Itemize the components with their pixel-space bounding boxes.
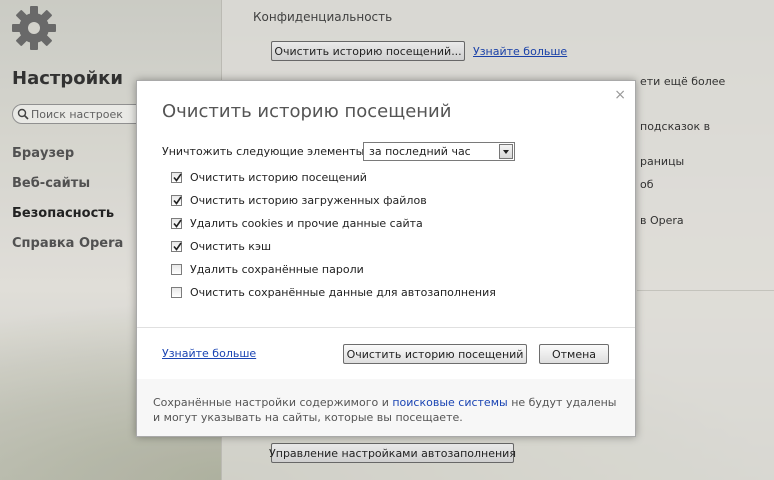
option-label: Очистить историю посещений [190,170,367,184]
option-label: Удалить cookies и прочие данные сайта [190,216,423,230]
option-label: Удалить сохранённые пароли [190,262,364,276]
destroy-items-label: Уничтожить следующие элементы: [162,145,369,158]
time-period-select[interactable]: за последний час [363,142,515,161]
checkbox-unchecked[interactable] [171,263,182,275]
option-clear-downloads[interactable]: Очистить историю загруженных файлов [171,192,427,208]
checkbox-checked[interactable] [171,217,182,229]
search-engines-link[interactable]: поисковые системы [392,396,507,409]
footer-note: Сохранённые настройки содержимого и поис… [153,395,623,425]
option-label: Очистить сохранённые данные для автозапо… [190,285,496,299]
dialog-divider [137,327,635,328]
checkbox-checked[interactable] [171,240,182,252]
checkbox-unchecked[interactable] [171,286,182,298]
confirm-clear-button[interactable]: Очистить историю посещений [343,344,527,364]
checkbox-checked[interactable] [171,194,182,206]
option-delete-cookies[interactable]: Удалить cookies и прочие данные сайта [171,215,423,231]
clear-history-dialog: Очистить историю посещений × Уничтожить … [136,80,636,437]
time-period-value: за последний час [369,145,471,158]
checkbox-checked[interactable] [171,171,182,183]
option-clear-cache[interactable]: Очистить кэш [171,238,271,254]
chevron-down-icon[interactable] [499,144,513,159]
dialog-learn-more-link[interactable]: Узнайте больше [162,347,256,360]
option-label: Очистить кэш [190,239,272,253]
dialog-footer: Сохранённые настройки содержимого и поис… [137,379,635,436]
close-icon[interactable]: × [614,87,626,103]
option-delete-passwords[interactable]: Удалить сохранённые пароли [171,261,364,277]
dialog-title: Очистить историю посещений [162,101,452,122]
option-clear-autofill[interactable]: Очистить сохранённые данные для автозапо… [171,284,496,300]
footer-text-prefix: Сохранённые настройки содержимого и [153,396,389,409]
option-clear-history[interactable]: Очистить историю посещений [171,169,367,185]
cancel-button[interactable]: Отмена [539,344,609,364]
option-label: Очистить историю загруженных файлов [190,193,427,207]
